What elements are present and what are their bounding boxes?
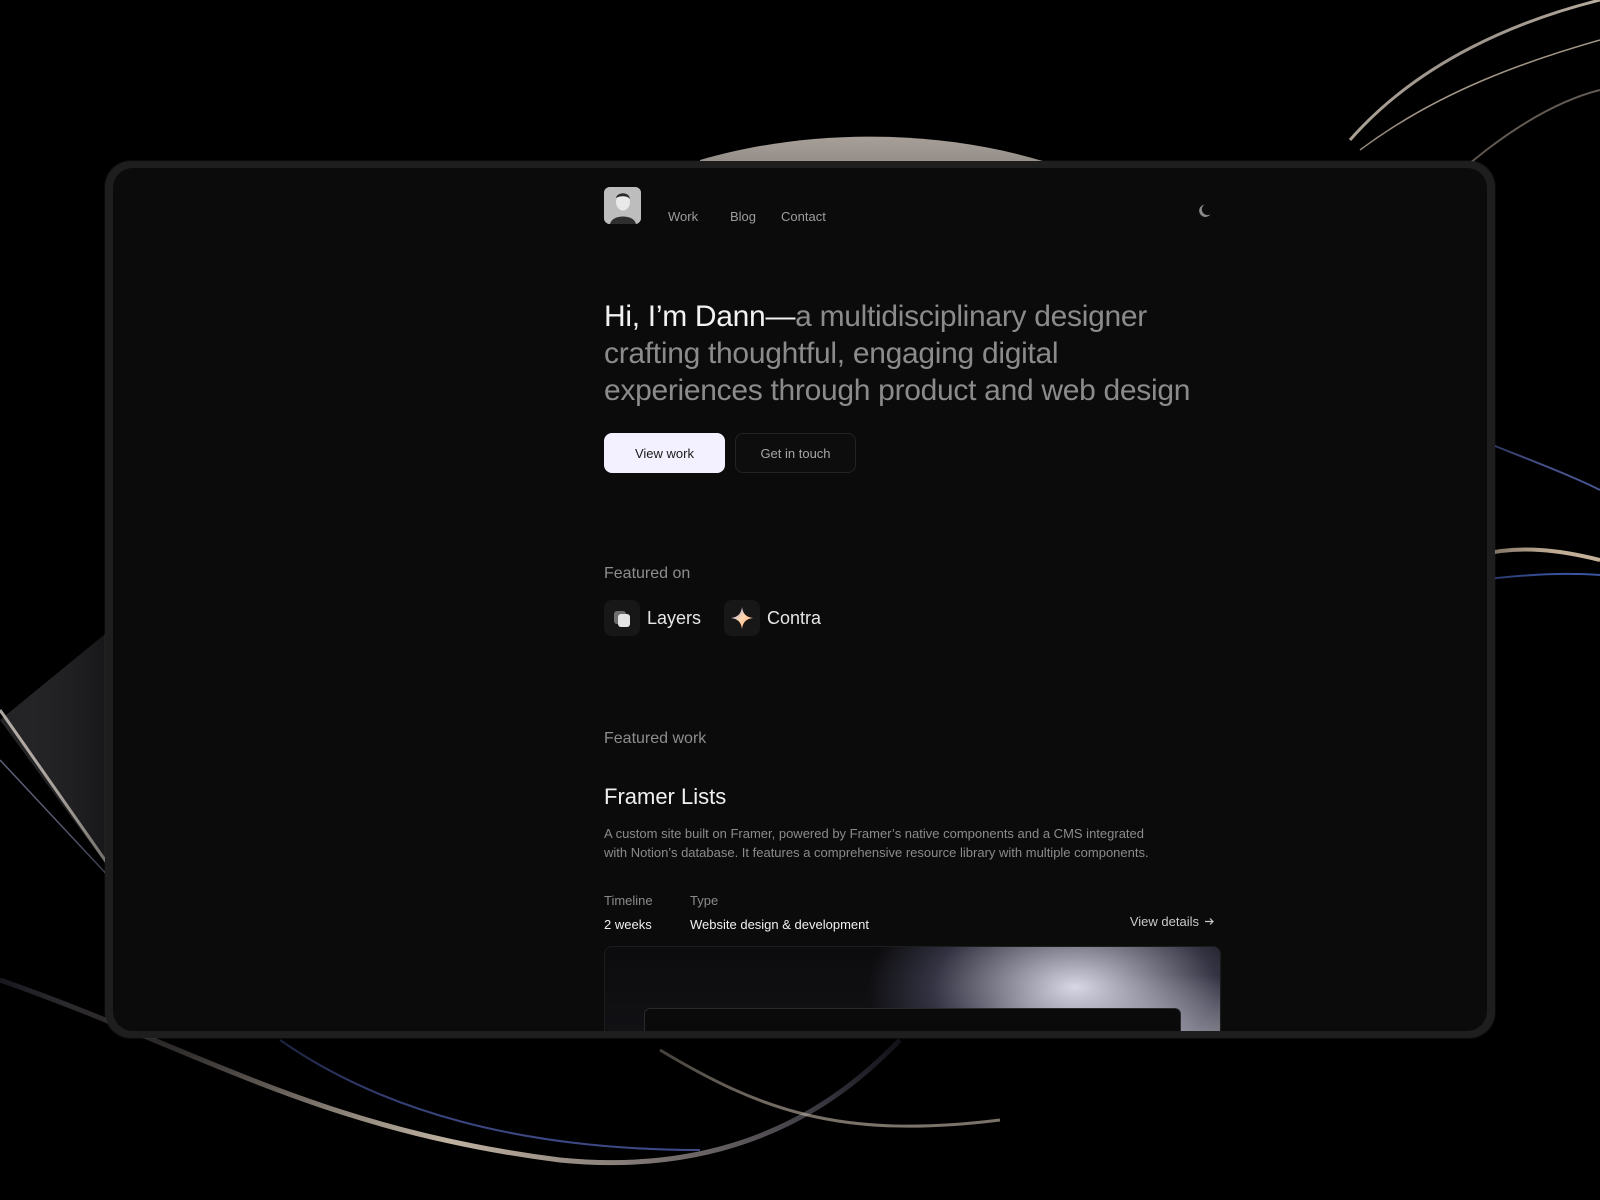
page-content: Work Blog Contact Hi, I’m Dann—a multidi… <box>604 168 1221 1031</box>
contra-logo-icon <box>724 600 760 636</box>
hero-heading: Hi, I’m Dann—a multidisciplinary designe… <box>604 298 1219 409</box>
type-label: Type <box>690 893 719 908</box>
nav-work-link[interactable]: Work <box>668 209 698 224</box>
view-details-label: View details <box>1129 914 1199 929</box>
project-description: A custom site built on Framer, powered b… <box>604 826 1149 860</box>
contra-label: Contra <box>767 607 822 628</box>
featured-layers-badge[interactable]: Layers <box>604 600 701 636</box>
view-details-link[interactable]: View details <box>1130 914 1215 929</box>
avatar-portrait-icon <box>604 187 641 224</box>
layers-logo-icon <box>604 600 640 636</box>
arrow-right-icon <box>1205 918 1214 925</box>
avatar[interactable] <box>604 187 641 224</box>
nav-contact-link[interactable]: Contact <box>781 209 826 224</box>
preview-browser-mockup <box>644 1008 1181 1031</box>
view-work-button[interactable]: View work <box>604 433 725 473</box>
timeline-label: Timeline <box>604 893 653 908</box>
website-screen: Work Blog Contact Hi, I’m Dann—a multidi… <box>113 168 1487 1031</box>
featured-contra-badge[interactable]: Contra <box>724 600 821 636</box>
featured-on-label: Featured on <box>604 565 691 582</box>
layers-label: Layers <box>647 607 702 628</box>
hero-lead: Hi, I’m Dann— <box>604 300 796 333</box>
get-in-touch-button[interactable]: Get in touch <box>735 433 856 473</box>
moon-icon <box>1199 204 1211 217</box>
device-frame: Work Blog Contact Hi, I’m Dann—a multidi… <box>105 161 1495 1038</box>
theme-toggle-button[interactable] <box>1196 201 1216 221</box>
type-value: Website design & development <box>690 917 869 932</box>
timeline-value: 2 weeks <box>604 917 652 932</box>
project-title: Framer Lists <box>604 784 727 809</box>
nav-blog-link[interactable]: Blog <box>730 209 756 224</box>
featured-work-label: Featured work <box>604 730 707 747</box>
project-preview-image[interactable] <box>604 946 1221 1031</box>
